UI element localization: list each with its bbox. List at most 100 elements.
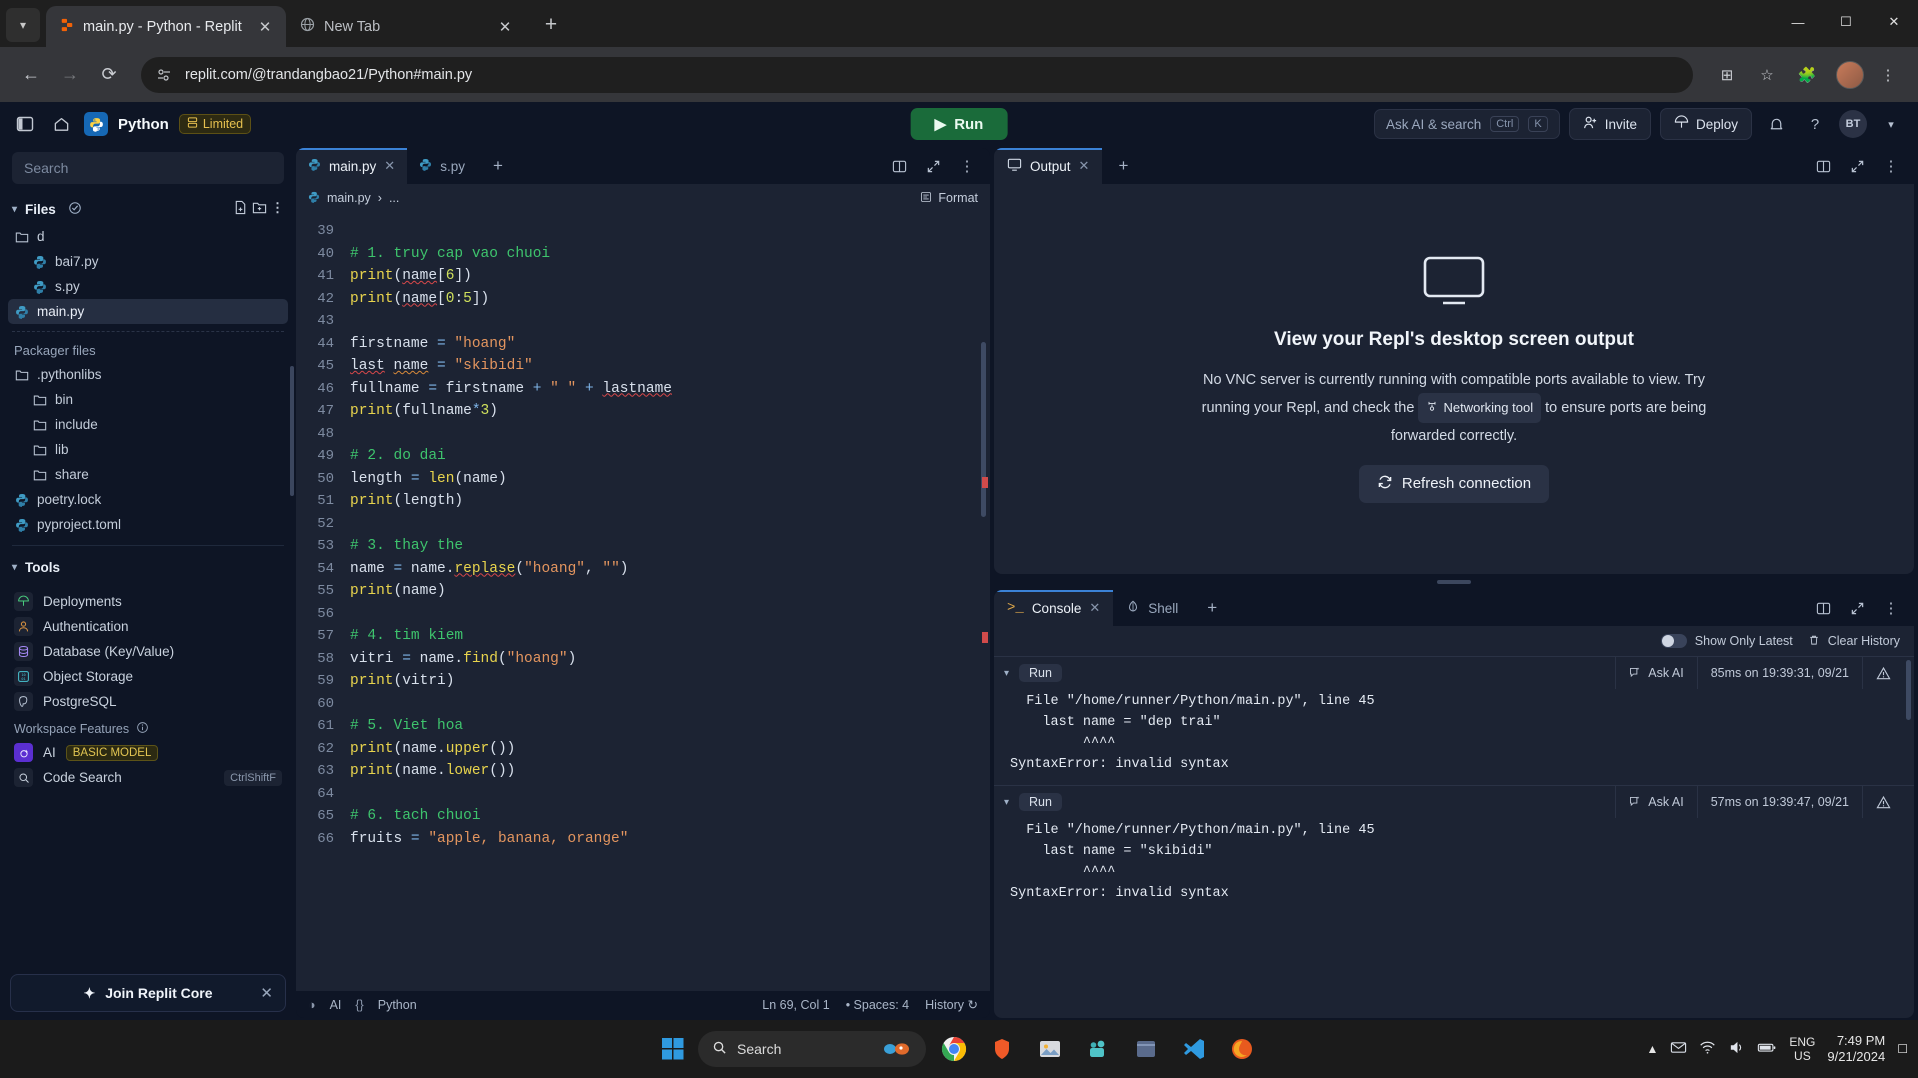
ai-status-icon[interactable]: ◑ — [308, 998, 316, 1012]
clock[interactable]: 7:49 PM 9/21/2024 — [1827, 1033, 1885, 1065]
file-row-main[interactable]: main.py — [8, 299, 288, 324]
taskbar-firefox-icon[interactable] — [1222, 1029, 1262, 1069]
tray-wifi-icon[interactable] — [1699, 1039, 1716, 1059]
join-replit-core-banner[interactable]: ✦ Join Replit Core ✕ — [10, 974, 286, 1012]
format-button[interactable]: Format — [920, 191, 978, 206]
indent-setting[interactable]: • Spaces: 4 — [846, 998, 909, 1012]
pkg-row-bin[interactable]: bin — [8, 387, 288, 412]
taskbar-vscode-icon[interactable] — [1174, 1029, 1214, 1069]
refresh-connection-button[interactable]: Refresh connection — [1358, 464, 1550, 503]
pkg-row-share[interactable]: share — [8, 462, 288, 487]
output-menu-icon[interactable]: ⋮ — [1876, 151, 1906, 181]
breadcrumb-file[interactable]: main.py — [327, 191, 371, 205]
notifications-bell-icon[interactable] — [1761, 109, 1791, 139]
tool-object-storage[interactable]: 10 01 Object Storage — [0, 664, 296, 689]
close-icon[interactable]: ✕ — [494, 16, 516, 38]
taskbar-chrome-icon[interactable] — [934, 1029, 974, 1069]
windows-start-icon[interactable] — [656, 1032, 690, 1066]
taskbar-teams-icon[interactable] — [1078, 1029, 1118, 1069]
tab-output[interactable]: Output ✕ — [994, 148, 1103, 184]
maximize-icon[interactable]: ☐ — [1822, 0, 1870, 44]
language-indicator[interactable]: ENG US — [1789, 1035, 1815, 1063]
networking-tool-chip[interactable]: Networking tool — [1418, 392, 1542, 423]
file-row-d[interactable]: d — [8, 224, 288, 249]
extensions-icon[interactable]: 🧩 — [1791, 59, 1823, 91]
new-file-icon[interactable] — [233, 200, 248, 218]
help-icon[interactable]: ? — [1800, 109, 1830, 139]
new-output-tab-button[interactable]: + — [1102, 148, 1144, 184]
limited-badge[interactable]: Limited — [178, 114, 252, 134]
editor-tab-main[interactable]: main.py ✕ — [296, 148, 408, 184]
close-icon[interactable]: ✕ — [1079, 158, 1090, 174]
expand-icon[interactable] — [1842, 593, 1872, 623]
feature-ai[interactable]: AI BASIC MODEL — [0, 740, 296, 765]
editor-menu-icon[interactable]: ⋮ — [952, 151, 982, 181]
taskbar-store-icon[interactable] — [1126, 1029, 1166, 1069]
chevron-down-icon[interactable]: ▾ — [1004, 797, 1009, 808]
taskbar-brave-icon[interactable] — [982, 1029, 1022, 1069]
console-scrollbar[interactable] — [1906, 660, 1911, 720]
files-section-header[interactable]: ▾ Files ⋮ — [0, 194, 296, 224]
taskbar-search[interactable]: Search — [698, 1031, 926, 1067]
browser-tab-new[interactable]: New Tab ✕ — [286, 6, 526, 47]
pkg-row-lib[interactable]: lib — [8, 437, 288, 462]
pkg-row-poetry-lock[interactable]: poetry.lock — [8, 487, 288, 512]
bookmark-star-icon[interactable]: ☆ — [1751, 59, 1783, 91]
panel-resize-handle[interactable] — [1437, 580, 1471, 584]
site-settings-icon[interactable] — [155, 66, 173, 84]
tab-console[interactable]: >_ Console ✕ — [994, 590, 1114, 626]
file-row-s[interactable]: s.py — [8, 274, 288, 299]
tray-battery-icon[interactable] — [1757, 1039, 1777, 1059]
tab-search-icon[interactable]: ▾ — [6, 8, 40, 42]
pkg-row-include[interactable]: include — [8, 412, 288, 437]
ask-ai-search[interactable]: Ask AI & search Ctrl K — [1373, 109, 1560, 139]
minimize-icon[interactable]: — — [1774, 0, 1822, 44]
tab-shell[interactable]: Shell — [1113, 590, 1191, 626]
ask-ai-button[interactable]: Ask AI — [1615, 786, 1696, 818]
files-menu-icon[interactable]: ⋮ — [271, 200, 284, 218]
expand-icon[interactable] — [1842, 151, 1872, 181]
console-menu-icon[interactable]: ⋮ — [1876, 593, 1906, 623]
profile-avatar[interactable] — [1836, 60, 1864, 89]
pkg-row-pythonlibs[interactable]: .pythonlibs — [8, 362, 288, 387]
tool-database[interactable]: Database (Key/Value) — [0, 639, 296, 664]
address-bar[interactable]: replit.com/@trandangbao21/Python#main.py — [141, 56, 1693, 93]
tool-authentication[interactable]: Authentication — [0, 614, 296, 639]
toggle-switch[interactable] — [1660, 634, 1687, 648]
home-icon[interactable] — [48, 111, 74, 137]
reload-icon[interactable]: ⟳ — [92, 58, 126, 92]
avatar[interactable]: BT — [1839, 110, 1867, 138]
editor-scrollbar[interactable] — [981, 342, 986, 517]
clear-history-button[interactable]: Clear History — [1808, 634, 1900, 649]
tray-mail-icon[interactable] — [1670, 1039, 1687, 1059]
taskbar-photos-icon[interactable] — [1030, 1029, 1070, 1069]
chevron-down-icon[interactable]: ▾ — [1876, 109, 1906, 139]
window-close-icon[interactable]: ✕ — [1870, 0, 1918, 44]
search-input[interactable]: Search — [12, 152, 284, 184]
browser-menu-icon[interactable]: ⋮ — [1872, 59, 1904, 91]
tray-volume-icon[interactable] — [1728, 1039, 1745, 1059]
split-pane-icon[interactable] — [884, 151, 914, 181]
ask-ai-button[interactable]: Ask AI — [1615, 657, 1696, 689]
deploy-button[interactable]: Deploy — [1659, 108, 1752, 140]
tool-deployments[interactable]: Deployments — [0, 589, 296, 614]
chevron-down-icon[interactable]: ▾ — [1004, 668, 1009, 679]
warning-icon[interactable] — [1862, 657, 1904, 689]
tools-section-header[interactable]: ▾ Tools — [0, 554, 296, 581]
close-icon[interactable]: ✕ — [254, 16, 276, 38]
new-editor-tab-button[interactable]: + — [477, 148, 519, 184]
show-only-latest-toggle[interactable]: Show Only Latest — [1660, 634, 1793, 648]
repl-name[interactable]: Python — [118, 116, 169, 133]
editor-tab-s[interactable]: s.py — [407, 148, 477, 184]
new-tab-button[interactable]: + — [536, 10, 566, 40]
browser-tab-active[interactable]: main.py - Python - Replit ✕ — [46, 6, 286, 47]
file-row-bai7[interactable]: bai7.py — [8, 249, 288, 274]
history-button[interactable]: History ↻ — [925, 997, 978, 1012]
tool-postgresql[interactable]: PostgreSQL — [0, 689, 296, 714]
expand-icon[interactable] — [918, 151, 948, 181]
run-button[interactable]: ▶ Run — [910, 108, 1008, 140]
split-pane-icon[interactable] — [1808, 593, 1838, 623]
close-icon[interactable]: ✕ — [1089, 600, 1100, 616]
notification-center-icon[interactable]: ☐ — [1897, 1042, 1908, 1056]
warning-icon[interactable] — [1862, 786, 1904, 818]
